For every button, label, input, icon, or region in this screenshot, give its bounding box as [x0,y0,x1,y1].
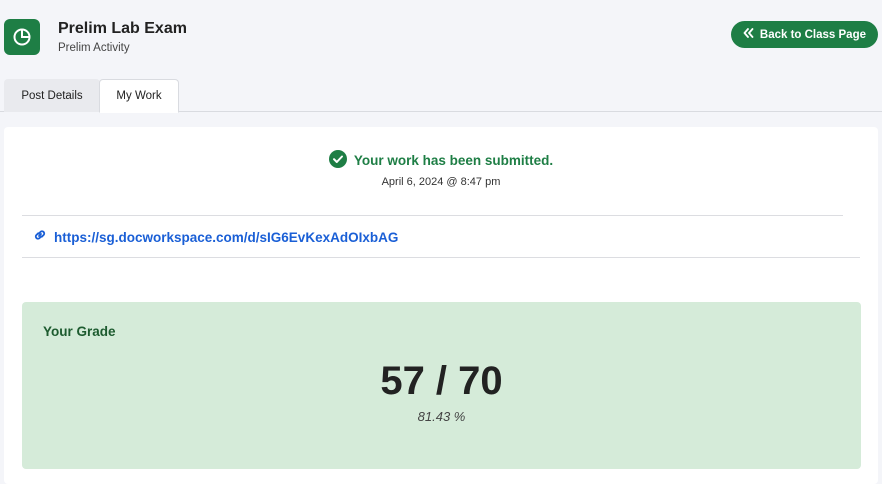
pie-chart-icon [4,19,40,55]
divider [22,257,860,258]
link-icon [33,228,47,247]
submission-status: Your work has been submitted. April 6, 2… [4,150,878,188]
submission-link-row: https://sg.docworkspace.com/d/sIG6EvKexA… [33,227,398,247]
grade-percent: 81.43 % [417,409,466,424]
tab-bar: Post Details My Work [0,79,882,113]
submission-date: April 6, 2024 @ 8:47 pm [381,176,501,188]
title-block: Prelim Lab Exam Prelim Activity [58,19,187,54]
my-work-panel: Your work has been submitted. April 6, 2… [4,127,878,484]
check-circle-icon [328,150,347,171]
grade-score: 57 / 70 [380,359,503,403]
back-button-label: Back to Class Page [759,28,866,41]
divider [22,215,843,216]
double-chevron-left-icon [743,28,754,41]
page-header: Prelim Lab Exam Prelim Activity Back to … [0,0,882,80]
submission-status-text: Your work has been submitted. [353,153,554,168]
grade-box: Your Grade 57 / 70 81.43 % [22,302,861,469]
page-subtitle: Prelim Activity [58,42,130,54]
grade-label: Your Grade [43,324,116,339]
back-to-class-button[interactable]: Back to Class Page [730,21,878,48]
page-title: Prelim Lab Exam [58,20,187,37]
submission-link[interactable]: https://sg.docworkspace.com/d/sIG6EvKexA… [54,230,398,245]
tab-post-details[interactable]: Post Details [4,79,100,112]
tab-my-work[interactable]: My Work [99,79,179,113]
